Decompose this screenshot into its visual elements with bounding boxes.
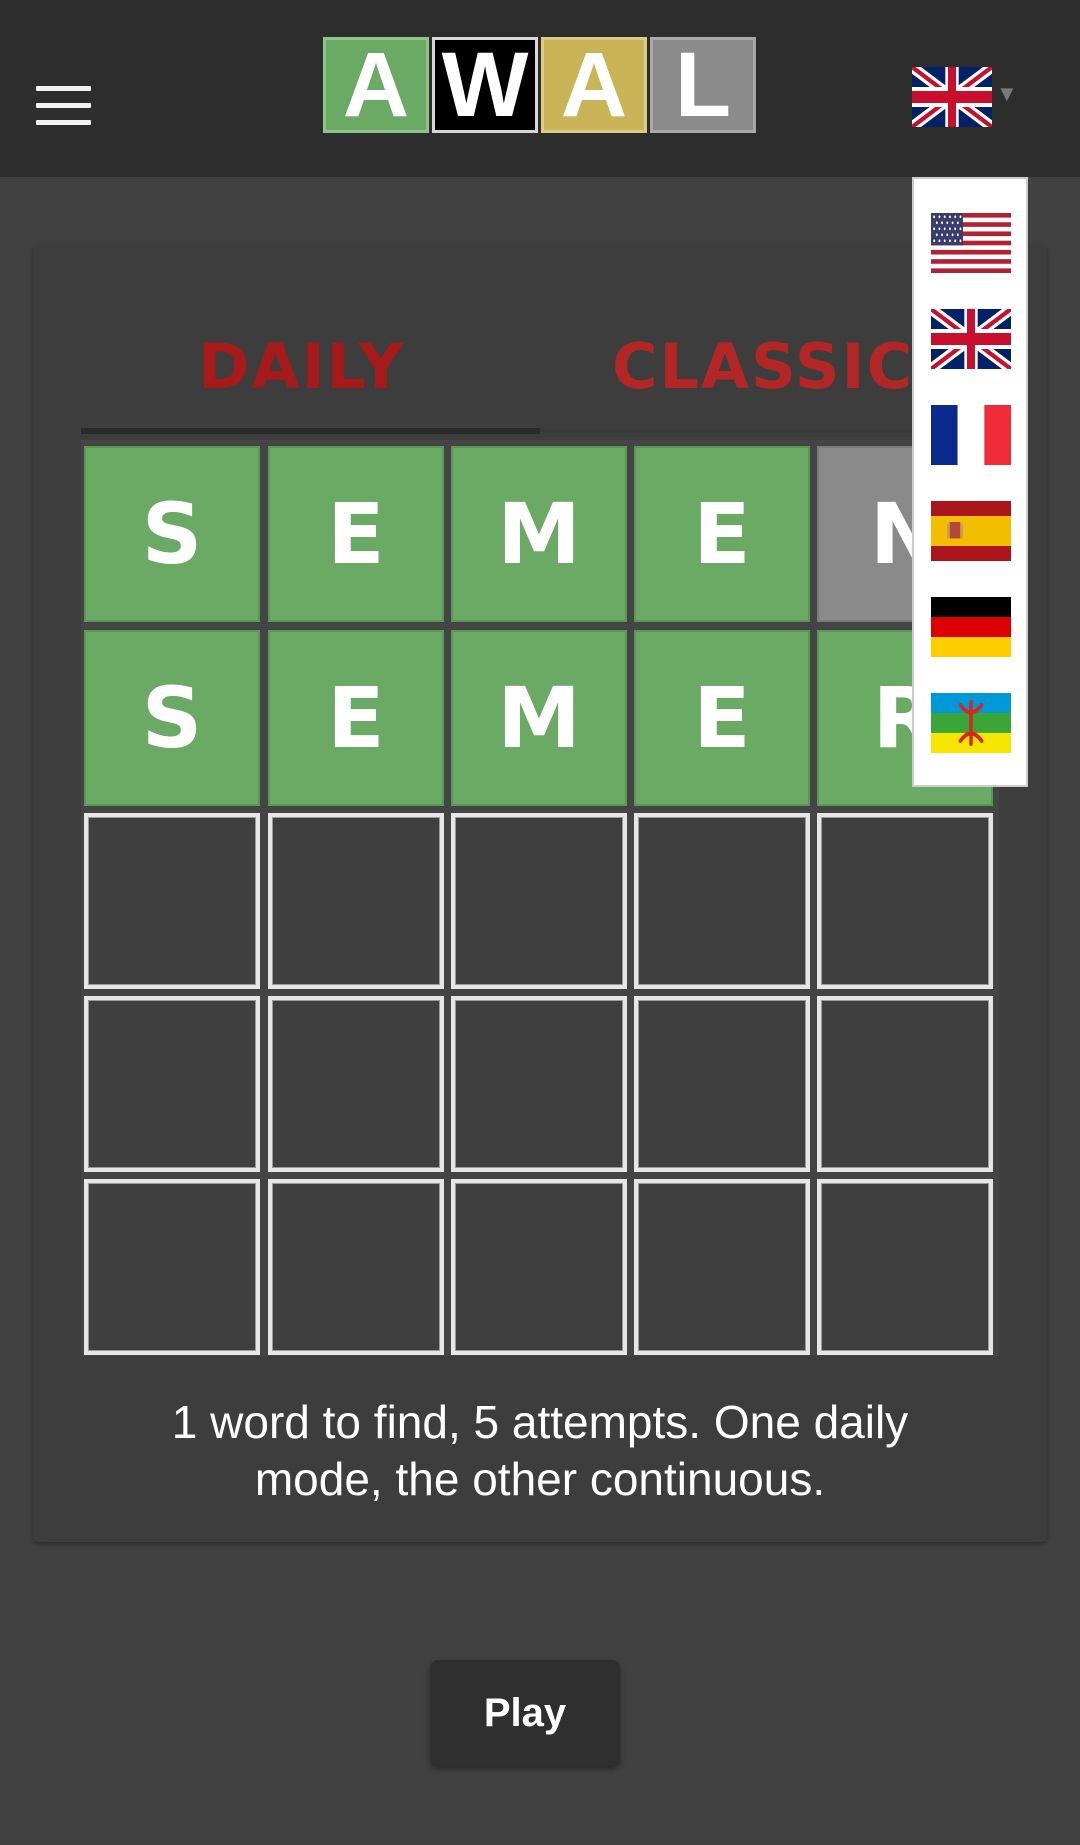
grid-tile	[451, 996, 627, 1172]
chevron-down-icon: ▼	[996, 81, 1018, 106]
hamburger-menu-icon[interactable]	[36, 86, 91, 126]
grid-tile	[268, 996, 444, 1172]
grid-tile: S	[84, 630, 260, 806]
tab-classic[interactable]: CLASSIC	[612, 330, 914, 403]
game-description: 1 word to find, 5 attempts. One daily mo…	[171, 1396, 909, 1505]
grid-tile	[451, 813, 627, 989]
language-option-es[interactable]	[931, 501, 1011, 561]
language-option-fr[interactable]	[931, 405, 1011, 465]
grid-tile: E	[634, 630, 810, 806]
grid-tile	[817, 813, 993, 989]
grid-tile	[84, 1179, 260, 1355]
word-grid: S E M E N S E M E R	[81, 440, 999, 1356]
language-selector[interactable]: ▼	[912, 67, 1018, 129]
germany-flag-icon	[931, 597, 1011, 657]
grid-tile	[268, 1179, 444, 1355]
tab-daily[interactable]: DAILY	[198, 330, 405, 403]
grid-tile	[84, 813, 260, 989]
grid-tile: E	[634, 446, 810, 622]
language-option-amazigh[interactable]	[931, 693, 1011, 753]
uk-flag-icon	[912, 67, 992, 127]
grid-tile: E	[268, 630, 444, 806]
logo-letter: W	[432, 37, 538, 133]
logo-letter: L	[650, 37, 756, 133]
logo-letter: A	[323, 37, 429, 133]
grid-tile: M	[451, 446, 627, 622]
us-flag-icon	[931, 213, 1011, 273]
top-bar: A W A L ▼	[0, 0, 1080, 177]
grid-tile	[634, 813, 810, 989]
grid-tile	[451, 1179, 627, 1355]
grid-tile	[634, 1179, 810, 1355]
uk-flag-icon	[931, 309, 1011, 369]
spain-flag-icon	[931, 501, 1011, 561]
language-dropdown	[912, 177, 1028, 787]
amazigh-flag-icon	[931, 693, 1011, 753]
grid-tile: M	[451, 630, 627, 806]
grid-tile	[817, 1179, 993, 1355]
awal-logo[interactable]: A W A L	[323, 37, 756, 133]
play-button[interactable]: Play	[430, 1660, 620, 1766]
logo-letter: A	[541, 37, 647, 133]
grid-tile	[268, 813, 444, 989]
grid-tile	[84, 996, 260, 1172]
language-option-de[interactable]	[931, 597, 1011, 657]
active-tab-indicator	[81, 428, 540, 434]
grid-tile: E	[268, 446, 444, 622]
grid-tile	[817, 996, 993, 1172]
grid-tile	[634, 996, 810, 1172]
language-option-us[interactable]	[931, 213, 1011, 273]
france-flag-icon	[931, 405, 1011, 465]
language-option-uk[interactable]	[931, 309, 1011, 369]
grid-tile: S	[84, 446, 260, 622]
